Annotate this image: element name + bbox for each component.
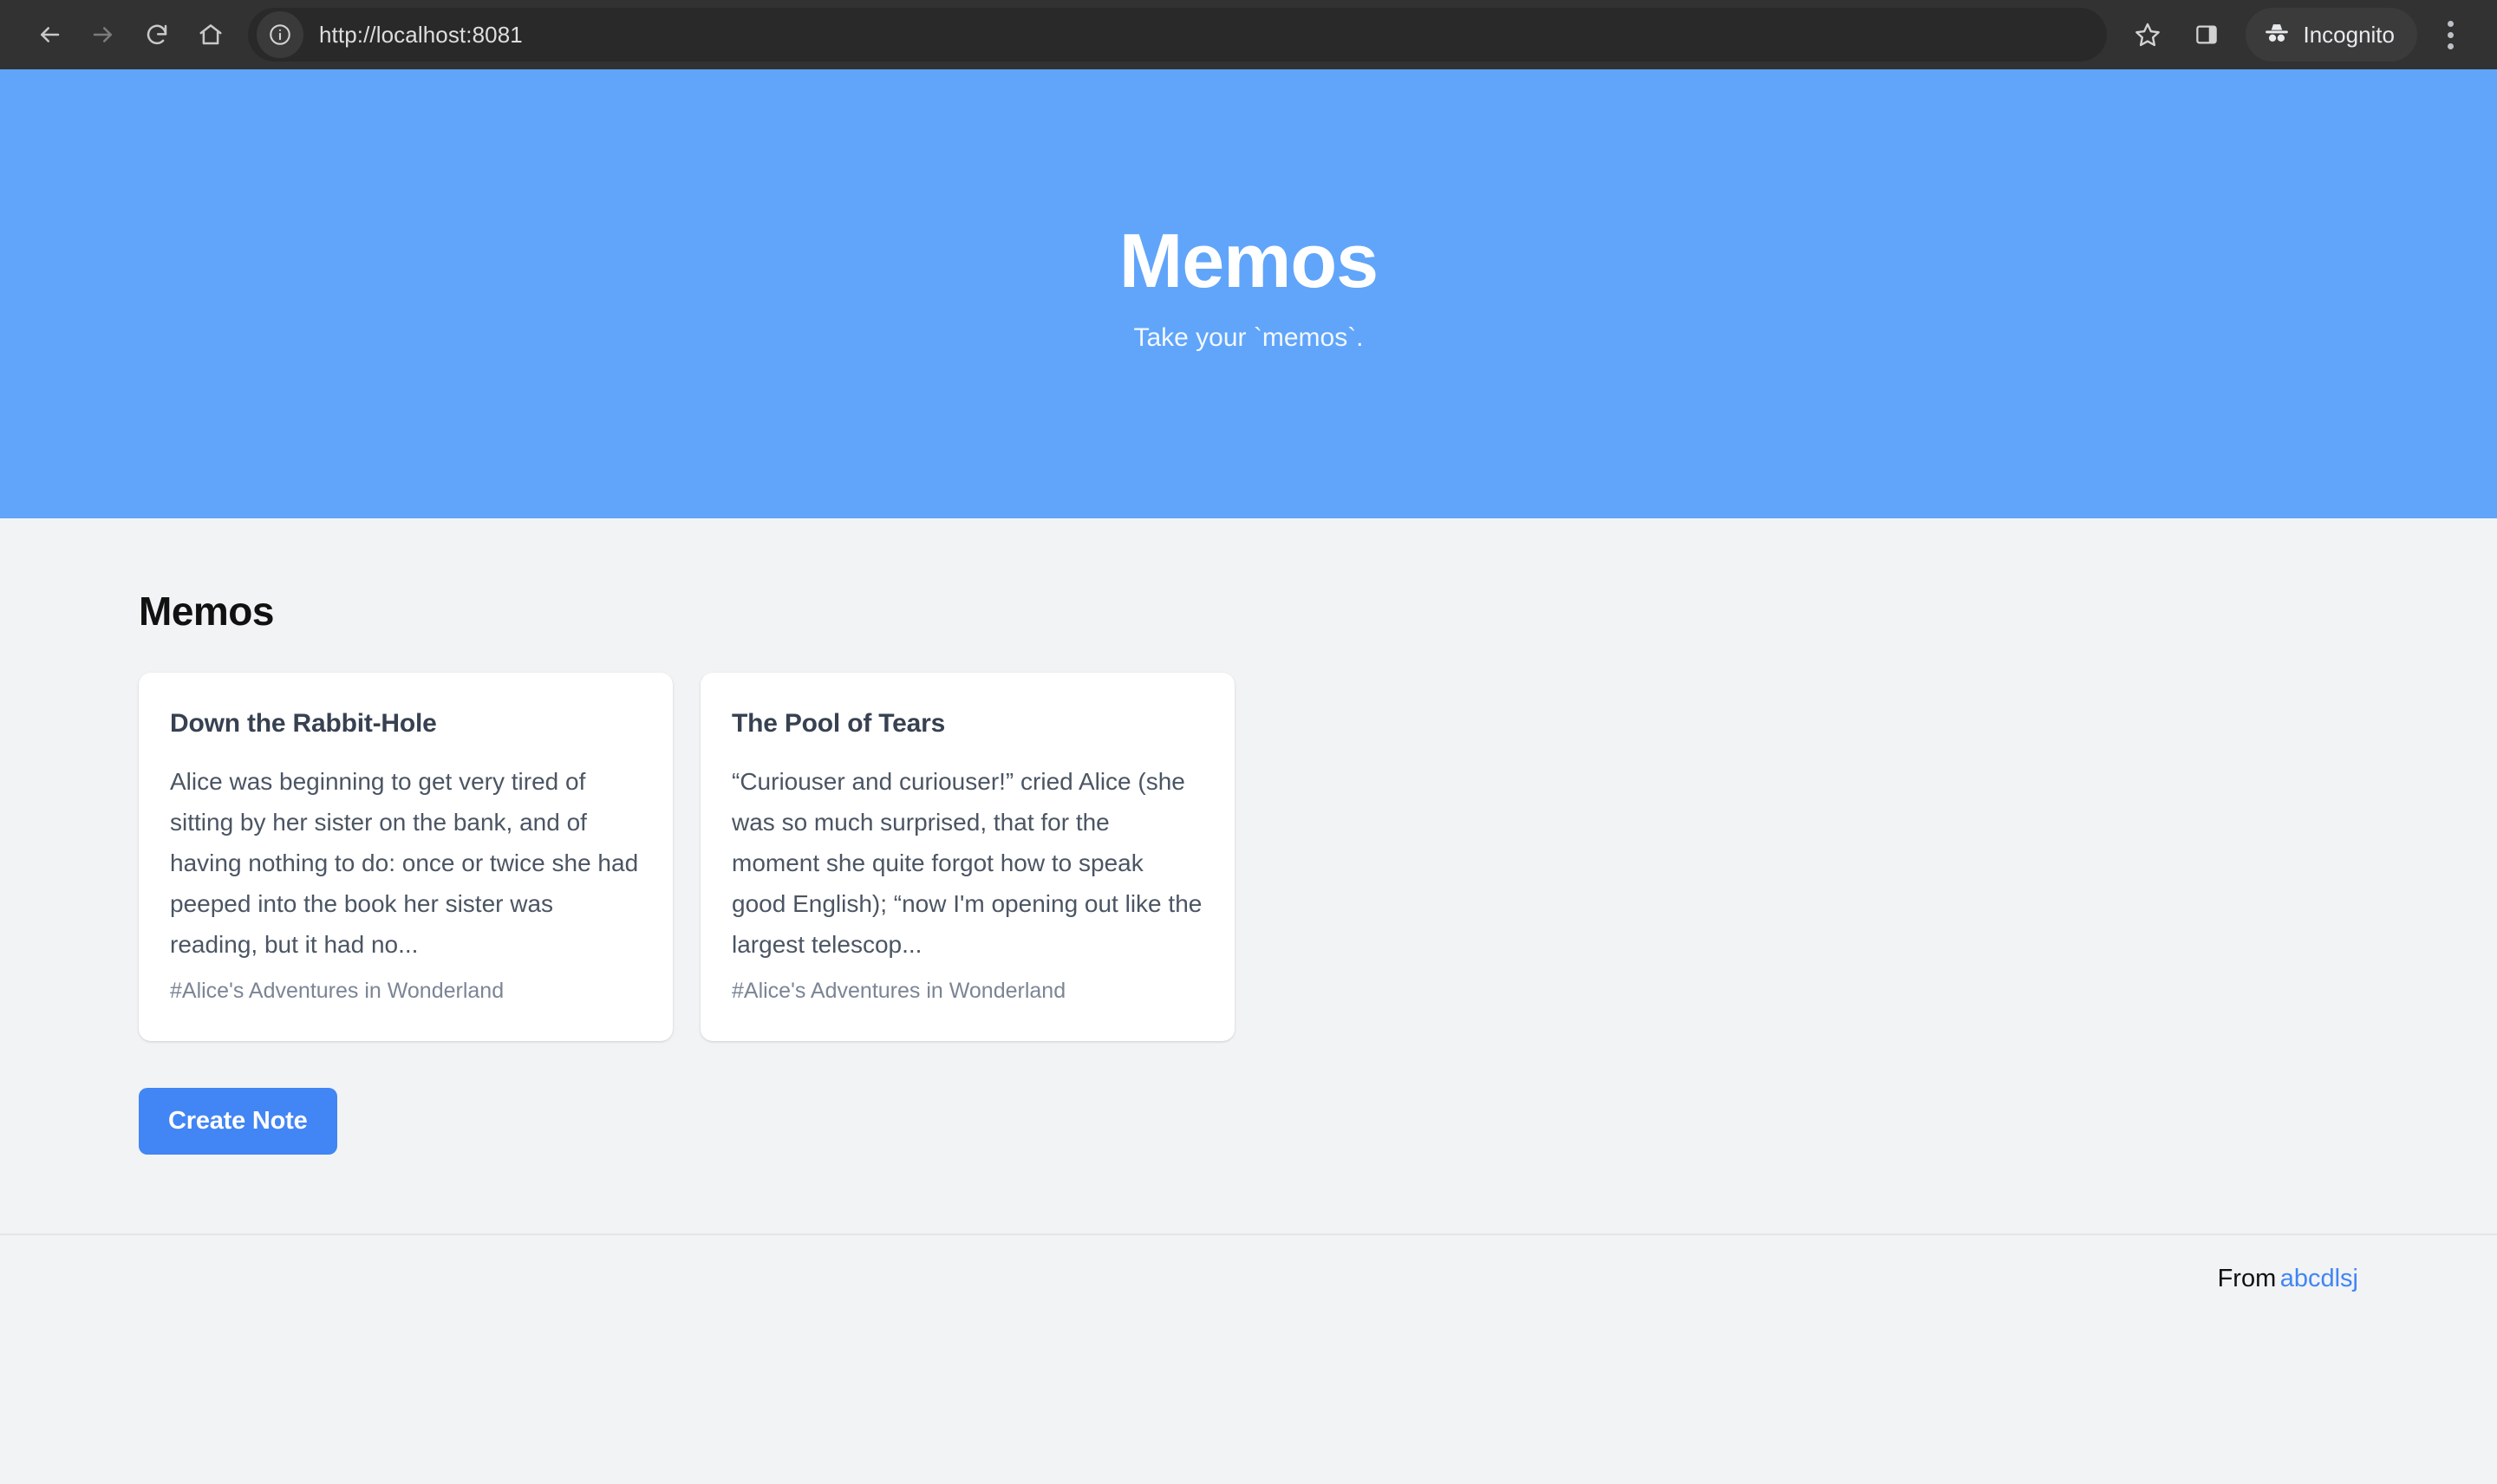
kebab-dot bbox=[2447, 20, 2454, 27]
incognito-profile-button[interactable]: Incognito bbox=[2246, 8, 2417, 62]
create-note-button[interactable]: Create Note bbox=[139, 1087, 337, 1155]
incognito-icon bbox=[2263, 19, 2291, 51]
forward-arrow-icon[interactable] bbox=[76, 8, 130, 62]
hero-title: Memos bbox=[1118, 217, 1379, 303]
address-bar-url: http://localhost:8081 bbox=[319, 21, 523, 48]
memo-card-tag[interactable]: #Alice's Adventures in Wonderland bbox=[732, 975, 1203, 1008]
incognito-label: Incognito bbox=[2303, 21, 2395, 48]
address-bar[interactable]: http://localhost:8081 bbox=[248, 8, 2108, 62]
browser-actions: Incognito bbox=[2121, 8, 2474, 62]
page-footer: From abcdlsj bbox=[0, 1233, 2497, 1293]
memo-card-title: The Pool of Tears bbox=[732, 709, 946, 738]
info-circle-icon[interactable] bbox=[257, 11, 303, 58]
kebab-dot bbox=[2447, 42, 2454, 49]
memo-card-body: Alice was beginning to get very tired of… bbox=[170, 768, 639, 959]
browser-toolbar: http://localhost:8081 Incognito bbox=[0, 0, 2497, 69]
hero-subtitle: Take your `memos`. bbox=[1133, 323, 1364, 353]
three-dot-menu-icon[interactable] bbox=[2426, 8, 2474, 62]
page-body: Memos Take your `memos`. Memos Down the … bbox=[0, 69, 2497, 1484]
home-icon[interactable] bbox=[184, 8, 238, 62]
back-arrow-icon[interactable] bbox=[23, 8, 76, 62]
page-title: Memos bbox=[139, 589, 274, 634]
reload-icon[interactable] bbox=[130, 8, 184, 62]
main-content: Memos Down the Rabbit-Hole Alice was beg… bbox=[0, 518, 2497, 1233]
memo-card[interactable]: Down the Rabbit-Hole Alice was beginning… bbox=[139, 673, 673, 1041]
memo-card-body: “Curiouser and curiouser!” cried Alice (… bbox=[732, 768, 1203, 959]
footer-author-link[interactable]: abcdlsj bbox=[2280, 1265, 2358, 1292]
kebab-dot bbox=[2447, 31, 2454, 38]
memo-card-tag[interactable]: #Alice's Adventures in Wonderland bbox=[170, 975, 642, 1008]
memo-card[interactable]: The Pool of Tears “Curiouser and curious… bbox=[701, 673, 1235, 1041]
memo-card-list: Down the Rabbit-Hole Alice was beginning… bbox=[139, 673, 2358, 1041]
side-panel-icon[interactable] bbox=[2180, 8, 2233, 62]
star-icon[interactable] bbox=[2121, 8, 2174, 62]
hero-banner: Memos Take your `memos`. bbox=[0, 69, 2497, 518]
footer-spacer bbox=[0, 1293, 2497, 1484]
footer-prefix: From bbox=[2217, 1265, 2277, 1292]
memo-card-title: Down the Rabbit-Hole bbox=[170, 709, 437, 738]
